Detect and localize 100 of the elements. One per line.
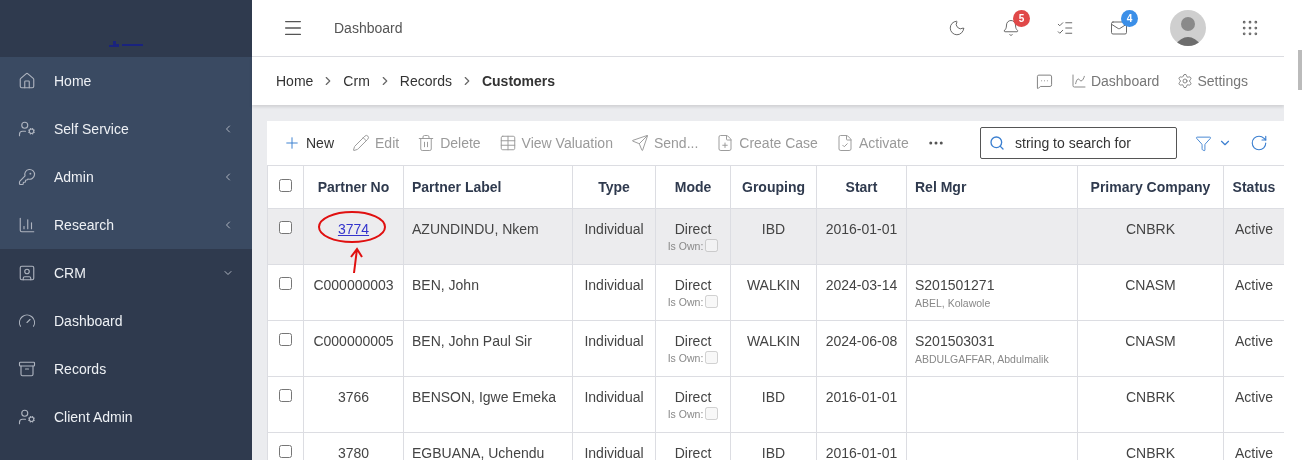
moon-icon[interactable] (948, 19, 966, 37)
user-gear-icon (18, 408, 36, 426)
breadcrumb-link[interactable]: Customers (481, 73, 556, 89)
row-checkbox[interactable] (279, 389, 292, 402)
bar-chart-icon (18, 216, 36, 234)
contact-icon (18, 264, 36, 282)
column-header[interactable]: Partner Label (403, 165, 573, 209)
row-checkbox[interactable] (279, 333, 292, 346)
table-cell: BENSON, Igwe Emeka (403, 376, 573, 433)
message-badge: 4 (1121, 10, 1138, 27)
table-cell: CNASM (1077, 320, 1224, 377)
table-cell: Individual (572, 376, 656, 433)
table-row[interactable]: 3780 EGBUANA, Uchendu Individual Direct IBD 2016-01-01 CNBRK Active (267, 432, 1285, 460)
is-own-label: Is Own: (667, 239, 704, 252)
table-cell: BEN, John Paul Sir (403, 320, 573, 377)
sidebar-item[interactable]: Self Service (0, 105, 252, 153)
mode-text: Direct (673, 333, 713, 349)
mode-text: Direct (673, 389, 713, 405)
mode-text: Direct (673, 445, 713, 460)
rel-mgr-name: ABDULGAFFAR, Abdulmalik (915, 353, 1050, 365)
archive-icon (18, 360, 36, 378)
table-cell: 2016-01-01 (816, 376, 907, 433)
table-cell: 2024-06-08 (816, 320, 907, 377)
mail-icon[interactable] (1110, 19, 1128, 37)
breadcrumb-link[interactable]: Crm (343, 73, 370, 89)
table-cell: CNASM (1077, 264, 1224, 321)
column-header[interactable]: Rel Mgr (906, 165, 1078, 209)
mode-text: Direct (673, 277, 713, 293)
line-chart-icon (1070, 73, 1087, 89)
table-cell: WALKIN (730, 320, 817, 377)
scrollbar-thumb[interactable] (1298, 50, 1302, 90)
breadcrumb-link[interactable]: Home (276, 73, 314, 89)
pencil-icon (352, 134, 370, 152)
column-header[interactable]: Type (572, 165, 656, 209)
table-row[interactable]: 3766 BENSON, Igwe Emeka Individual Direct Is Own: IBD 2016-01-01 CNBRK Active (267, 376, 1285, 433)
table-cell: AZUNDINDU, Nkem (403, 208, 573, 265)
row-checkbox[interactable] (279, 277, 292, 290)
sidebar-item[interactable]: Admin (0, 153, 252, 201)
trash-icon (417, 134, 436, 152)
rel-mgr-code: S201503031 (915, 333, 996, 349)
select-all-checkbox[interactable] (279, 179, 292, 192)
sidebar-item[interactable]: Home (0, 57, 252, 105)
bell-icon[interactable] (1002, 19, 1020, 37)
table-cell: Individual (572, 208, 656, 265)
is-own-label: Is Own: (667, 351, 704, 364)
breadcrumb-link[interactable]: Records (399, 73, 452, 89)
toolbar-button[interactable]: New (283, 134, 334, 152)
partner-number: 3780 (337, 445, 370, 460)
is-own-label: Is Own: (667, 407, 704, 420)
refresh-icon[interactable] (1250, 134, 1268, 152)
table-cell: 2016-01-01 (816, 208, 907, 265)
apps-grid-icon[interactable] (1240, 18, 1260, 38)
plus-icon (283, 134, 301, 152)
table-cell: CNBRK (1077, 208, 1224, 265)
row-checkbox[interactable] (279, 445, 292, 458)
table-cell: IBD (730, 208, 817, 265)
table-cell: 2024-03-14 (816, 264, 907, 321)
search-icon (989, 135, 1005, 151)
table-row[interactable]: C000000005 BEN, John Paul Sir Individual Direct Is Own: WALKIN 2024-06-08 S201503031 ABDULGAFFAR, Abdulmalik CNASM Active (267, 320, 1285, 377)
file-check-icon (835, 134, 854, 152)
partner-number: C000000003 (313, 277, 394, 293)
page-action-link[interactable]: Settings (1177, 73, 1248, 89)
logo-icon (109, 40, 143, 47)
table-cell: CNBRK (1077, 376, 1224, 433)
table-row[interactable]: 3774 AZUNDINDU, Nkem Individual Direct Is Own: IBD 2016-01-01 CNBRK Active (267, 208, 1285, 265)
list-icon[interactable] (1056, 19, 1074, 37)
notification-badge: 5 (1013, 10, 1030, 27)
row-checkbox[interactable] (279, 221, 292, 234)
avatar[interactable] (1170, 10, 1206, 46)
page-action-link[interactable]: Dashboard (1070, 73, 1160, 89)
table-row[interactable]: C000000003 BEN, John Individual Direct Is Own: WALKIN 2024-03-14 S201501271 ABEL, Kolawole CNASM Active (267, 264, 1285, 321)
user-gear-icon (18, 120, 36, 138)
partner-number: C000000005 (313, 333, 394, 349)
table-cell: Individual (572, 320, 656, 377)
gauge-icon (18, 312, 36, 330)
sidebar-item[interactable]: Research (0, 201, 252, 249)
column-header[interactable]: Grouping (730, 165, 817, 209)
comment-icon[interactable] (1035, 72, 1053, 90)
key-icon (18, 168, 36, 186)
rel-mgr-code: S201501271 (915, 277, 996, 293)
partner-number: 3766 (337, 389, 370, 405)
file-plus-icon (716, 134, 735, 152)
mode-text: Direct (673, 221, 713, 237)
search-field[interactable]: string to search for (980, 127, 1177, 159)
column-header[interactable]: Mode (655, 165, 731, 209)
column-header[interactable]: Start (816, 165, 907, 209)
column-header[interactable]: Primary Company (1077, 165, 1224, 209)
settings-icon (1177, 73, 1194, 89)
is-own-label: Is Own: (667, 295, 704, 308)
send-icon (630, 134, 649, 152)
column-header[interactable]: Partner No (303, 165, 404, 209)
table-cell: WALKIN (730, 264, 817, 321)
table-icon (498, 134, 517, 152)
rel-mgr-name: ABEL, Kolawole (915, 297, 992, 309)
table-cell: BEN, John (403, 264, 573, 321)
filter-icon[interactable] (1195, 134, 1212, 152)
table-cell: Individual (572, 264, 656, 321)
home-icon (18, 72, 36, 90)
page-title: Dashboard (334, 20, 404, 36)
table-cell: IBD (730, 376, 817, 433)
